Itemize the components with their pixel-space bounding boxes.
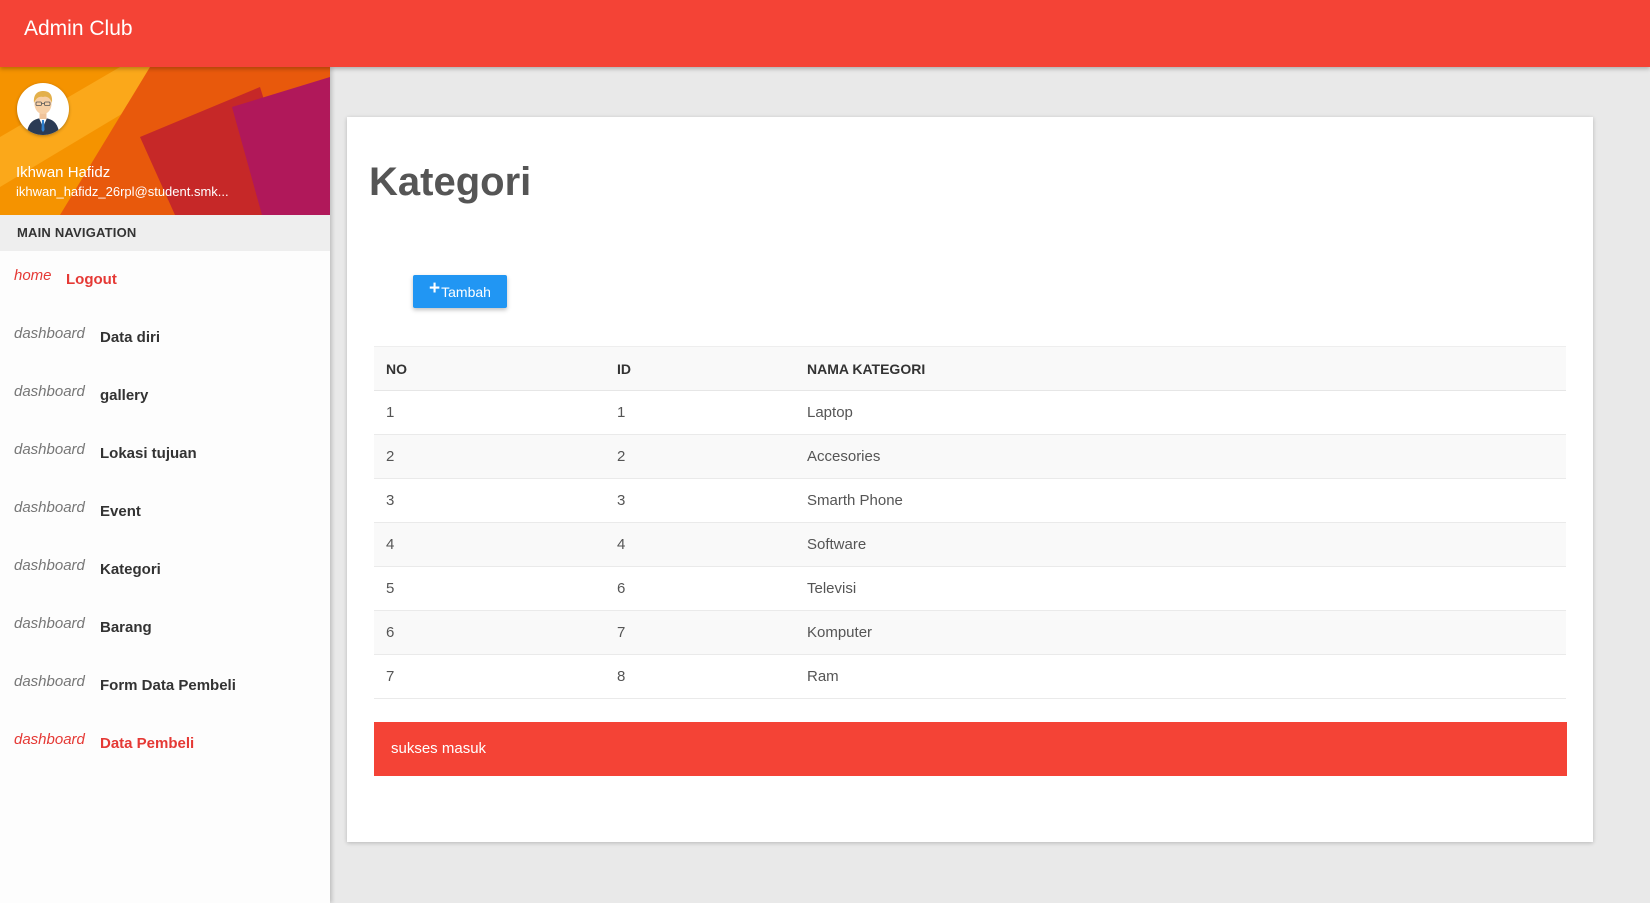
top-navbar: Admin Club xyxy=(0,0,1650,67)
cell-id: 6 xyxy=(605,566,795,611)
column-header-no: NO xyxy=(374,346,605,391)
cell-no: 1 xyxy=(374,390,605,435)
sidebar-item-gallery[interactable]: dashboard gallery xyxy=(0,367,330,425)
sidebar-menu: home Logout dashboard Data diri dashboar… xyxy=(0,251,330,773)
sidebar-item-label: Logout xyxy=(66,271,117,288)
sidebar-item-label: Data diri xyxy=(100,329,161,346)
table-row: 4 4 Software xyxy=(374,522,1566,567)
success-alert: sukses masuk xyxy=(374,722,1567,776)
sidebar-item-label: Lokasi tujuan xyxy=(100,445,197,462)
sidebar-item-label: Form Data Pembeli xyxy=(100,677,236,694)
nav-header: MAIN NAVIGATION xyxy=(0,215,330,251)
sidebar-item-data-diri[interactable]: dashboard Data diri xyxy=(0,309,330,367)
column-header-id: ID xyxy=(605,346,795,391)
brand-title[interactable]: Admin Club xyxy=(24,17,133,41)
sidebar-item-lokasi-tujuan[interactable]: dashboard Lokasi tujuan xyxy=(0,425,330,483)
table-row: 2 2 Accesories xyxy=(374,434,1566,479)
dashboard-icon: dashboard xyxy=(14,557,85,574)
user-info: Ikhwan Hafidz ikhwan_hafidz_26rpl@studen… xyxy=(0,67,330,215)
user-email: ikhwan_hafidz_26rpl@student.smk... xyxy=(16,184,229,199)
table-row: 7 8 Ram xyxy=(374,654,1566,699)
home-icon: home xyxy=(14,267,52,284)
tambah-button-label: Tambah xyxy=(441,283,491,300)
cell-id: 8 xyxy=(605,654,795,699)
cell-id: 2 xyxy=(605,434,795,479)
dashboard-icon: dashboard xyxy=(14,325,85,342)
table-row: 3 3 Smarth Phone xyxy=(374,478,1566,523)
user-avatar-icon xyxy=(27,91,59,135)
dashboard-icon: dashboard xyxy=(14,383,85,400)
table-row: 1 1 Laptop xyxy=(374,390,1566,435)
cell-no: 5 xyxy=(374,566,605,611)
sidebar-item-label: gallery xyxy=(100,387,149,404)
plus-icon: + xyxy=(429,277,441,299)
dashboard-icon: dashboard xyxy=(14,499,85,516)
cell-nama-kategori: Software xyxy=(795,522,1566,567)
sidebar-item-logout[interactable]: home Logout xyxy=(0,251,330,309)
dashboard-icon: dashboard xyxy=(14,731,85,748)
sidebar-item-barang[interactable]: dashboard Barang xyxy=(0,599,330,657)
cell-no: 3 xyxy=(374,478,605,523)
kategori-table: NO ID NAMA KATEGORI 1 1 Laptop 2 2 Acces… xyxy=(374,346,1566,699)
cell-id: 1 xyxy=(605,390,795,435)
cell-id: 4 xyxy=(605,522,795,567)
sidebar-item-label: Data Pembeli xyxy=(100,735,195,752)
table-row: 6 7 Komputer xyxy=(374,610,1566,655)
cell-nama-kategori: Televisi xyxy=(795,566,1566,611)
sidebar-item-label: Kategori xyxy=(100,561,161,578)
cell-nama-kategori: Ram xyxy=(795,654,1566,699)
sidebar-item-label: Event xyxy=(100,503,141,520)
column-header-nama-kategori: NAMA KATEGORI xyxy=(795,346,1566,391)
table-header-row: NO ID NAMA KATEGORI xyxy=(374,346,1566,391)
cell-nama-kategori: Accesories xyxy=(795,434,1566,479)
cell-no: 6 xyxy=(374,610,605,655)
dashboard-icon: dashboard xyxy=(14,615,85,632)
dashboard-icon: dashboard xyxy=(14,673,85,690)
tambah-button[interactable]: + Tambah xyxy=(413,275,507,308)
sidebar-item-form-data-pembeli[interactable]: dashboard Form Data Pembeli xyxy=(0,657,330,715)
sidebar-item-label: Barang xyxy=(100,619,152,636)
cell-nama-kategori: Smarth Phone xyxy=(795,478,1566,523)
cell-id: 7 xyxy=(605,610,795,655)
cell-id: 3 xyxy=(605,478,795,523)
page-title: Kategori xyxy=(369,160,532,204)
cell-nama-kategori: Komputer xyxy=(795,610,1566,655)
cell-no: 4 xyxy=(374,522,605,567)
cell-no: 7 xyxy=(374,654,605,699)
table-row: 5 6 Televisi xyxy=(374,566,1566,611)
avatar xyxy=(17,83,69,135)
sidebar-item-data-pembeli[interactable]: dashboard Data Pembeli xyxy=(0,715,330,773)
cell-no: 2 xyxy=(374,434,605,479)
content-card: Kategori + Tambah NO ID NAMA KATEGORI 1 … xyxy=(347,117,1593,842)
sidebar-item-event[interactable]: dashboard Event xyxy=(0,483,330,541)
dashboard-icon: dashboard xyxy=(14,441,85,458)
sidebar-item-kategori[interactable]: dashboard Kategori xyxy=(0,541,330,599)
user-name: Ikhwan Hafidz xyxy=(16,164,111,181)
sidebar: Ikhwan Hafidz ikhwan_hafidz_26rpl@studen… xyxy=(0,67,330,903)
cell-nama-kategori: Laptop xyxy=(795,390,1566,435)
